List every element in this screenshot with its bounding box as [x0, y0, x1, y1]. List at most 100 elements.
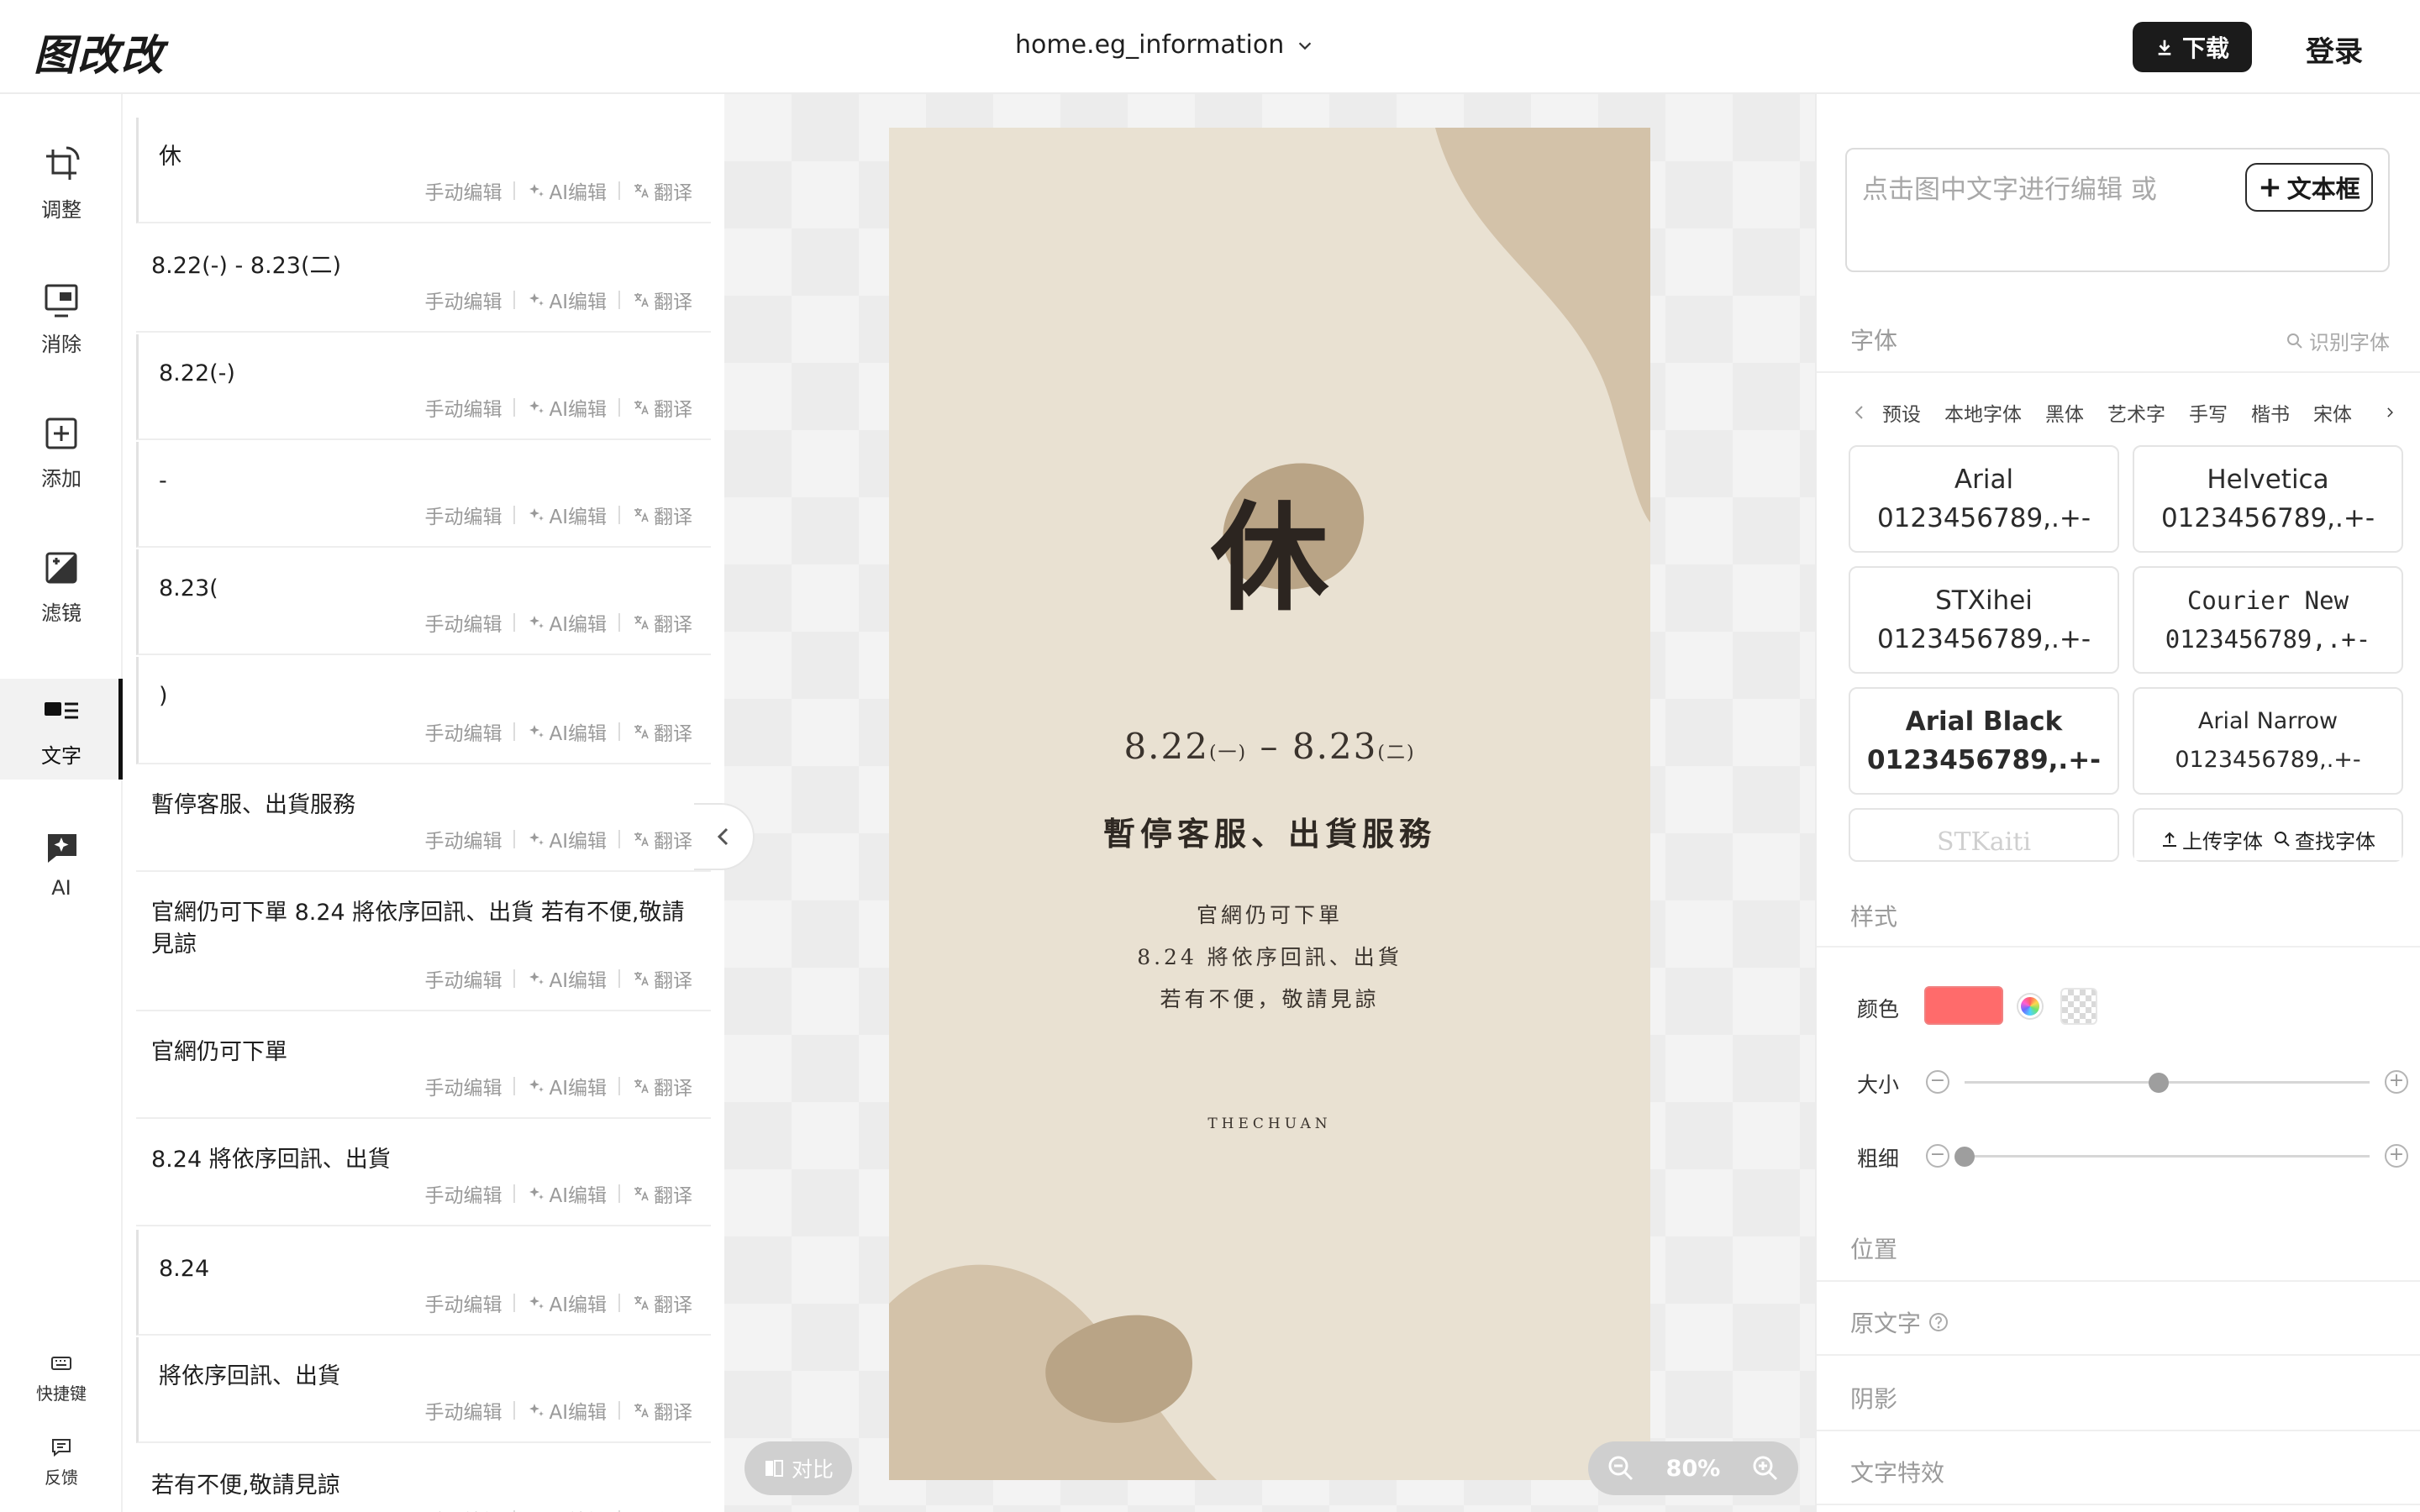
- font-card-arial-black[interactable]: Arial Black 0123456789,.+-: [1849, 687, 2119, 795]
- translate-button[interactable]: 翻译: [632, 1072, 692, 1100]
- zoom-out-icon[interactable]: [1607, 1454, 1635, 1483]
- font-tab[interactable]: 本地字体: [1944, 398, 2022, 427]
- color-swatch[interactable]: [1924, 986, 2003, 1025]
- login-link[interactable]: 登录: [2306, 29, 2363, 70]
- slider-thumb[interactable]: [1954, 1147, 1975, 1167]
- font-card-stkaiti[interactable]: STKaiti: [1849, 808, 2119, 862]
- ai-edit-button[interactable]: AI编辑: [527, 501, 607, 529]
- size-slider[interactable]: − +: [1926, 1070, 2408, 1095]
- ai-edit-button[interactable]: AI编辑: [527, 717, 607, 746]
- poster-line[interactable]: 若有不便，敬請見諒: [889, 983, 1650, 1013]
- font-tab[interactable]: 楷书: [2251, 398, 2290, 427]
- rail-item-adjust[interactable]: 调整: [0, 133, 123, 234]
- increase-icon[interactable]: +: [2385, 1144, 2408, 1168]
- manual-edit-button[interactable]: 手动编辑: [424, 1505, 502, 1512]
- text-list-item[interactable]: 若有不便,敬請見諒手动编辑 AI编辑 翻译: [136, 1446, 711, 1512]
- text-effect-section-title[interactable]: 文字特效: [1850, 1455, 1944, 1488]
- add-textbox-button[interactable]: + 文本框: [2245, 163, 2373, 212]
- find-font-button[interactable]: 查找字体: [2273, 825, 2375, 854]
- manual-edit-button[interactable]: 手动编辑: [424, 501, 502, 529]
- ai-edit-button[interactable]: AI编辑: [527, 1505, 607, 1512]
- manual-edit-button[interactable]: 手动编辑: [424, 964, 502, 993]
- rail-item-text[interactable]: 文字: [0, 679, 123, 780]
- chevron-left-icon[interactable]: [1850, 403, 1869, 422]
- compare-button[interactable]: 对比: [744, 1441, 852, 1495]
- text-list-item[interactable]: - 手动编辑 AI编辑 翻译: [136, 442, 711, 548]
- text-list-item[interactable]: 8.22(-) 手动编辑 AI编辑 翻译: [136, 334, 711, 440]
- text-list-item[interactable]: 暫停客服、出貨服務手动编辑 AI编辑 翻译: [136, 766, 711, 872]
- font-tab[interactable]: 手写: [2189, 398, 2228, 427]
- ai-edit-button[interactable]: AI编辑: [527, 964, 607, 993]
- text-list-item-text[interactable]: 休: [159, 141, 686, 173]
- ai-edit-button[interactable]: AI编辑: [527, 608, 607, 637]
- ai-edit-button[interactable]: AI编辑: [527, 1396, 607, 1425]
- poster-date-range[interactable]: 8.22(一) – 8.23(二): [889, 726, 1650, 767]
- text-list-item-text[interactable]: 暫停客服、出貨服務: [151, 790, 686, 822]
- text-list-item-text[interactable]: 8.24 將依序回訊、出貨: [151, 1144, 686, 1176]
- poster-headline[interactable]: 暫停客服、出貨服務: [889, 808, 1650, 854]
- translate-button[interactable]: 翻译: [632, 286, 692, 314]
- ai-edit-button[interactable]: AI编辑: [527, 176, 607, 205]
- ai-edit-button[interactable]: AI编辑: [527, 1072, 607, 1100]
- poster-main-character[interactable]: 休: [889, 464, 1650, 633]
- upload-font-button[interactable]: 上传字体: [2160, 825, 2263, 854]
- text-list-item[interactable]: 8.24 將依序回訊、出貨 手动编辑 AI编辑 翻译: [136, 1121, 711, 1226]
- text-list-item-text[interactable]: ): [159, 680, 686, 712]
- slider-thumb[interactable]: [2149, 1073, 2170, 1093]
- shadow-section-title[interactable]: 阴影: [1850, 1381, 1897, 1415]
- manual-edit-button[interactable]: 手动编辑: [424, 1072, 502, 1100]
- rail-item-filter[interactable]: 滤镜: [0, 536, 123, 637]
- text-list-item-text[interactable]: -: [159, 465, 686, 497]
- ai-edit-button[interactable]: AI编辑: [527, 286, 607, 314]
- text-list-item-text[interactable]: 8.23(: [159, 573, 686, 605]
- manual-edit-button[interactable]: 手动编辑: [424, 825, 502, 853]
- font-card-arial-narrow[interactable]: Arial Narrow 0123456789,.+-: [2133, 687, 2403, 795]
- text-list-item[interactable]: 官網仍可下單 8.24 將依序回訊、出貨 若有不便,敬請見諒手动编辑 AI编辑 翻译: [136, 874, 711, 1011]
- translate-button[interactable]: 翻译: [632, 176, 692, 205]
- manual-edit-button[interactable]: 手动编辑: [424, 608, 502, 637]
- translate-button[interactable]: 翻译: [632, 825, 692, 853]
- manual-edit-button[interactable]: 手动编辑: [424, 1289, 502, 1317]
- font-card-stxihei[interactable]: STXihei 0123456789,.+-: [1849, 566, 2119, 674]
- translate-button[interactable]: 翻译: [632, 717, 692, 746]
- translate-button[interactable]: 翻译: [632, 1289, 692, 1317]
- translate-button[interactable]: 翻译: [632, 964, 692, 993]
- chevron-right-icon[interactable]: [2378, 403, 2396, 422]
- poster-line[interactable]: 8.24 將依序回訊、出貨: [889, 941, 1650, 971]
- text-list-item[interactable]: 將依序回訊、出貨 手动编辑 AI编辑 翻译: [136, 1337, 711, 1443]
- manual-edit-button[interactable]: 手动编辑: [424, 286, 502, 314]
- font-tab[interactable]: 黑体: [2045, 398, 2084, 427]
- font-card-helvetica[interactable]: Helvetica 0123456789,.+-: [2133, 445, 2403, 553]
- font-tab[interactable]: 艺术字: [2107, 398, 2165, 427]
- weight-slider[interactable]: − +: [1926, 1144, 2408, 1169]
- app-logo[interactable]: 图改改: [34, 22, 165, 82]
- manual-edit-button[interactable]: 手动编辑: [424, 393, 502, 422]
- text-list-item-text[interactable]: 8.24: [159, 1253, 686, 1285]
- ai-edit-button[interactable]: AI编辑: [527, 393, 607, 422]
- text-edit-box[interactable]: 点击图中文字进行编辑 或 + 文本框: [1845, 148, 2390, 272]
- translate-button[interactable]: 翻译: [632, 1396, 692, 1425]
- increase-icon[interactable]: +: [2385, 1070, 2408, 1094]
- position-section-title[interactable]: 位置: [1850, 1231, 1897, 1265]
- text-list-item-text[interactable]: 官網仍可下單 8.24 將依序回訊、出貨 若有不便,敬請見諒: [151, 897, 686, 961]
- poster-brand[interactable]: THECHUAN: [889, 1116, 1650, 1132]
- decrease-icon[interactable]: −: [1926, 1144, 1949, 1168]
- poster-line[interactable]: 官網仍可下單: [889, 899, 1650, 929]
- ai-edit-button[interactable]: AI编辑: [527, 825, 607, 853]
- translate-button[interactable]: 翻译: [632, 608, 692, 637]
- font-tab[interactable]: 宋体: [2313, 398, 2352, 427]
- text-list-item[interactable]: 8.22(-) - 8.23(二) 手动编辑 AI编辑 翻译: [136, 227, 711, 333]
- rail-item-add[interactable]: 添加: [0, 402, 123, 502]
- zoom-in-icon[interactable]: [1751, 1454, 1780, 1483]
- ai-edit-button[interactable]: AI编辑: [527, 1289, 607, 1317]
- manual-edit-button[interactable]: 手动编辑: [424, 176, 502, 205]
- font-tab[interactable]: 预设: [1882, 398, 1921, 427]
- text-list-item-text[interactable]: 若有不便,敬請見諒: [151, 1470, 686, 1502]
- text-list-item[interactable]: 8.23( 手动编辑 AI编辑 翻译: [136, 549, 711, 655]
- manual-edit-button[interactable]: 手动编辑: [424, 1179, 502, 1208]
- text-list-item[interactable]: 休手动编辑 AI编辑 翻译: [136, 118, 711, 223]
- manual-edit-button[interactable]: 手动编辑: [424, 1396, 502, 1425]
- font-card-courier-new[interactable]: Courier New 0123456789,.+-: [2133, 566, 2403, 674]
- text-list-item-text[interactable]: 官網仍可下單: [151, 1037, 686, 1068]
- rail-item-ai[interactable]: AI: [0, 813, 123, 914]
